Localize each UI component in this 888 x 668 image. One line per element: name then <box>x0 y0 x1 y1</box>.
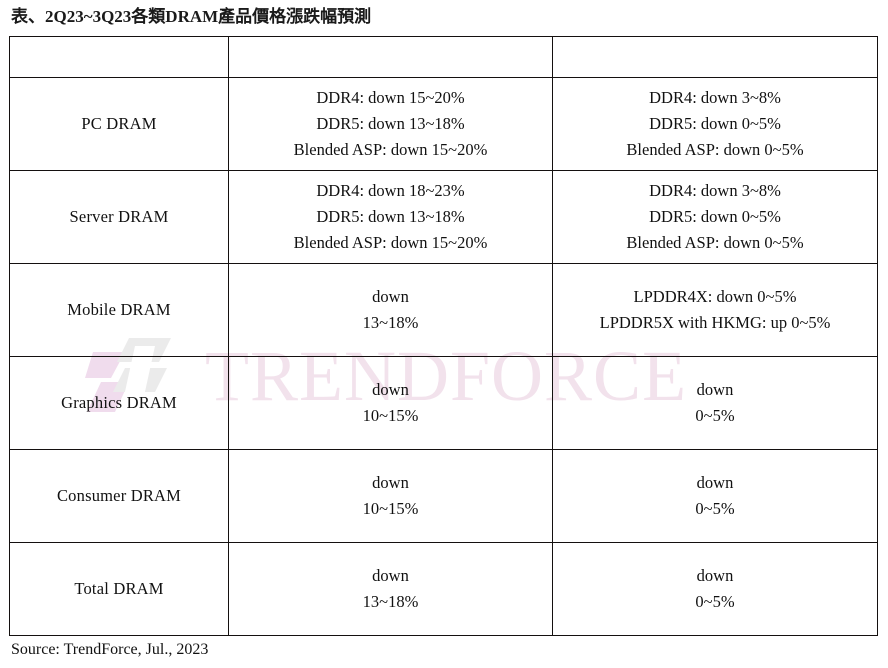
cell-line: down <box>372 566 409 585</box>
cell-line: down <box>696 473 734 492</box>
cell-line: DDR4: down 15~20% <box>316 88 465 107</box>
column-header-3q23f: 3Q23F <box>552 36 878 78</box>
cell-line: 10~15% <box>362 499 419 518</box>
cell-line: DDR5: down 0~5% <box>649 114 781 133</box>
cell-line: Blended ASP: down 15~20% <box>293 140 488 159</box>
cell-line: DDR4: down 3~8% <box>649 88 781 107</box>
column-header-2q23e: 2Q23E <box>228 36 553 78</box>
cell-graphics-dram-2q23e: down 10~15% <box>228 356 553 450</box>
cell-line: DDR5: down 13~18% <box>316 207 465 226</box>
cell-line: Blended ASP: down 0~5% <box>626 233 804 252</box>
cell-line: 13~18% <box>362 592 419 611</box>
table-row: Consumer DRAM down 10~15% down 0~5% <box>9 449 878 543</box>
cell-server-dram-3q23f: DDR4: down 3~8% DDR5: down 0~5% Blended … <box>552 170 878 264</box>
cell-line: Blended ASP: down 0~5% <box>626 140 804 159</box>
cell-line: down <box>372 473 409 492</box>
source-note: Source: TrendForce, Jul., 2023 <box>11 641 209 658</box>
row-label-total-dram: Total DRAM <box>9 542 229 636</box>
page-title: 表、2Q23~3Q23各類DRAM產品價格漲跌幅預測 <box>11 7 372 26</box>
row-label-consumer-dram: Consumer DRAM <box>9 449 229 543</box>
row-label-pc-dram: PC DRAM <box>9 77 229 171</box>
table-row: Server DRAM DDR4: down 18~23% DDR5: down… <box>9 170 878 264</box>
cell-line: 10~15% <box>362 406 419 425</box>
cell-server-dram-2q23e: DDR4: down 18~23% DDR5: down 13~18% Blen… <box>228 170 553 264</box>
column-header-product <box>9 36 229 78</box>
cell-graphics-dram-3q23f: down 0~5% <box>552 356 878 450</box>
table-row: Graphics DRAM down 10~15% down 0~5% <box>9 356 878 450</box>
cell-line: Blended ASP: down 15~20% <box>293 233 488 252</box>
row-label-mobile-dram: Mobile DRAM <box>9 263 229 357</box>
table-row: Total DRAM down 13~18% down 0~5% <box>9 542 878 636</box>
cell-line: DDR4: down 18~23% <box>316 181 465 200</box>
cell-consumer-dram-2q23e: down 10~15% <box>228 449 553 543</box>
cell-line: down <box>372 380 409 399</box>
cell-line: 0~5% <box>695 592 735 611</box>
cell-mobile-dram-2q23e: down 13~18% <box>228 263 553 357</box>
table-row: PC DRAM DDR4: down 15~20% DDR5: down 13~… <box>9 77 878 171</box>
cell-line: LPDDR4X: down 0~5% <box>633 287 797 306</box>
cell-pc-dram-2q23e: DDR4: down 15~20% DDR5: down 13~18% Blen… <box>228 77 553 171</box>
table-row: Mobile DRAM down 13~18% LPDDR4X: down 0~… <box>9 263 878 357</box>
cell-consumer-dram-3q23f: down 0~5% <box>552 449 878 543</box>
cell-line: DDR5: down 0~5% <box>649 207 781 226</box>
table-header-row: 2Q23E 3Q23F <box>9 36 878 78</box>
row-label-server-dram: Server DRAM <box>9 170 229 264</box>
cell-mobile-dram-3q23f: LPDDR4X: down 0~5% LPDDR5X with HKMG: up… <box>552 263 878 357</box>
cell-line: DDR5: down 13~18% <box>316 114 465 133</box>
cell-line: down <box>696 566 734 585</box>
cell-total-dram-2q23e: down 13~18% <box>228 542 553 636</box>
cell-line: down <box>372 287 409 306</box>
cell-line: 0~5% <box>695 499 735 518</box>
cell-line: 13~18% <box>362 313 419 332</box>
cell-line: DDR4: down 3~8% <box>649 181 781 200</box>
dram-price-table: 2Q23E 3Q23F PC DRAM DDR4: down 15~20% DD… <box>9 36 878 636</box>
cell-line: down <box>696 380 734 399</box>
cell-line: 0~5% <box>695 406 735 425</box>
row-label-graphics-dram: Graphics DRAM <box>9 356 229 450</box>
cell-pc-dram-3q23f: DDR4: down 3~8% DDR5: down 0~5% Blended … <box>552 77 878 171</box>
cell-total-dram-3q23f: down 0~5% <box>552 542 878 636</box>
cell-line: LPDDR5X with HKMG: up 0~5% <box>599 313 831 332</box>
page-root: 表、2Q23~3Q23各類DRAM產品價格漲跌幅預測 TRENDFORCE 2Q… <box>0 0 888 668</box>
